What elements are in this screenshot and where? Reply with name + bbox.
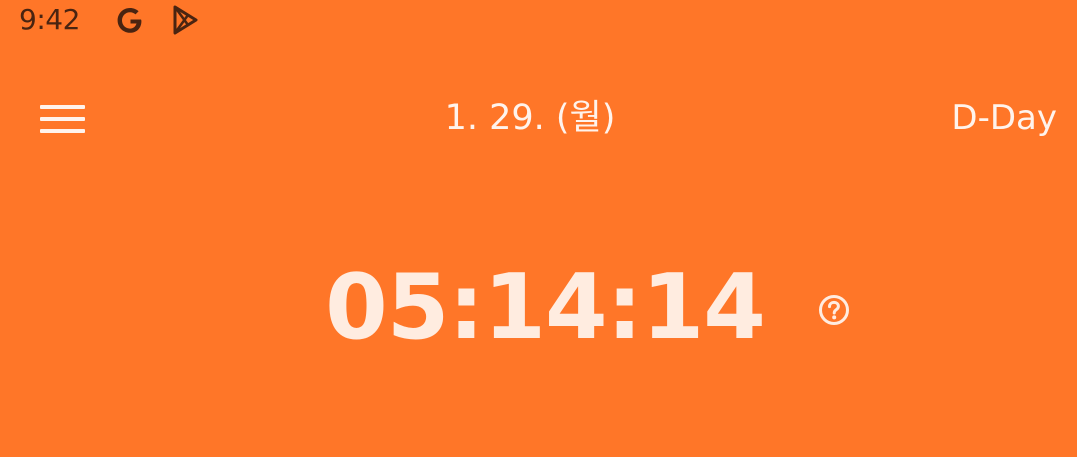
dday-button[interactable]: D-Day xyxy=(951,96,1057,140)
date-title[interactable]: 1. 29. (월) xyxy=(380,96,680,140)
timer-display: 05:14:14 xyxy=(325,255,766,360)
hamburger-menu-icon[interactable] xyxy=(34,98,90,140)
status-bar: 9:42 xyxy=(0,0,1077,44)
google-g-icon xyxy=(117,8,142,33)
play-store-icon xyxy=(173,5,198,35)
app-bar: 1. 29. (월) D-Day xyxy=(0,80,1077,160)
help-circle-icon[interactable] xyxy=(817,293,851,327)
status-time: 9:42 xyxy=(19,3,80,36)
